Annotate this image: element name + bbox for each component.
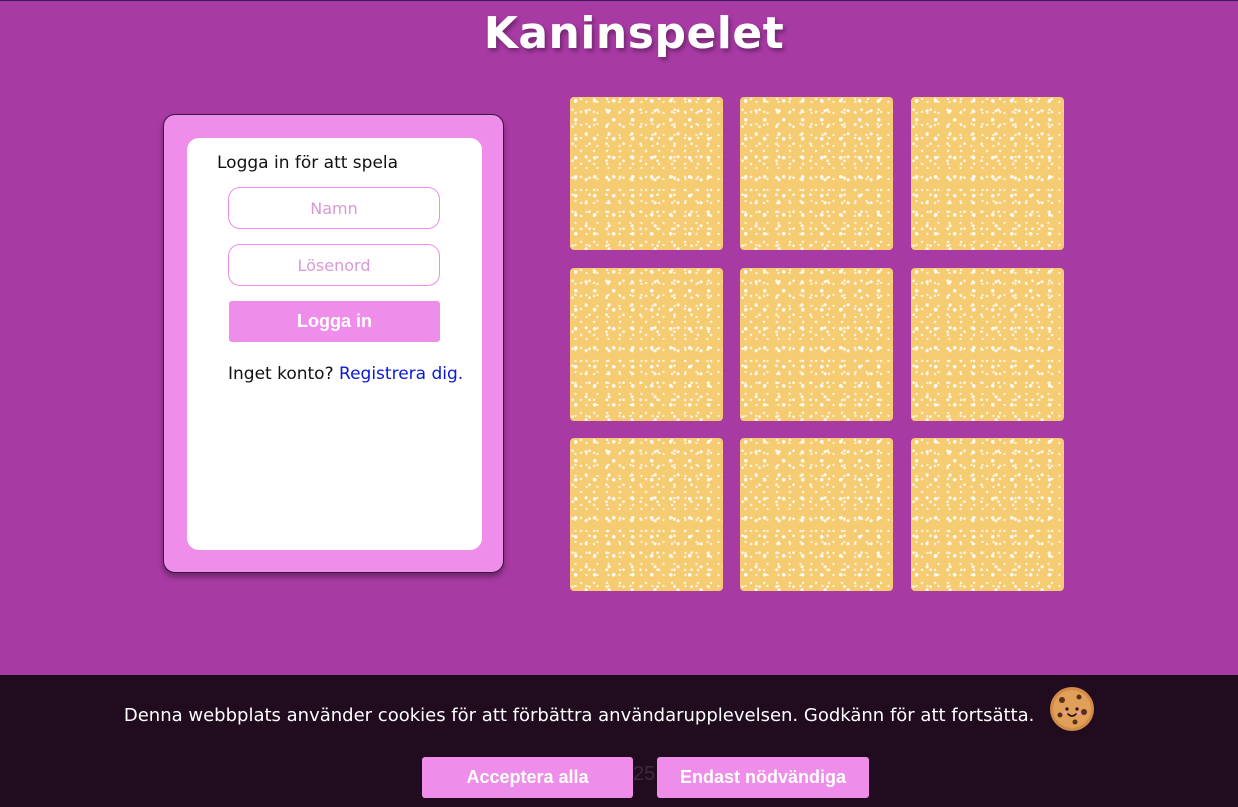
memory-card[interactable]: [740, 268, 893, 421]
login-panel: Logga in för att spela Logga in Inget ko…: [163, 114, 504, 573]
login-heading: Logga in för att spela: [217, 153, 399, 173]
memory-card[interactable]: [911, 438, 1064, 591]
memory-card[interactable]: [911, 268, 1064, 421]
cookie-message-row: Denna webbplats använder cookies för att…: [0, 687, 1220, 733]
accept-all-button[interactable]: Acceptera alla: [422, 757, 633, 798]
cookie-banner: Denna webbplats använder cookies för att…: [0, 675, 1238, 807]
password-input[interactable]: [228, 244, 440, 286]
login-button[interactable]: Logga in: [229, 301, 440, 342]
memory-card[interactable]: [570, 438, 723, 591]
name-input[interactable]: [228, 187, 440, 229]
memory-card-grid: [570, 97, 1064, 591]
cookie-message: Denna webbplats använder cookies för att…: [123, 705, 1035, 726]
memory-card[interactable]: [740, 97, 893, 250]
necessary-only-button[interactable]: Endast nödvändiga: [657, 757, 869, 798]
cookie-icon: [1050, 687, 1095, 731]
page-title: Kaninspelet: [483, 8, 785, 59]
memory-card[interactable]: [570, 97, 723, 250]
login-card: Logga in för att spela Logga in Inget ko…: [187, 138, 482, 550]
top-border: [0, 0, 1238, 1]
hidden-counter: 25: [633, 763, 656, 785]
memory-card[interactable]: [911, 97, 1064, 250]
register-line: Inget konto? Registrera dig.: [228, 364, 463, 384]
register-link[interactable]: Registrera dig.: [339, 364, 463, 384]
memory-card[interactable]: [570, 268, 723, 421]
no-account-text: Inget konto?: [228, 364, 334, 384]
memory-card[interactable]: [740, 438, 893, 591]
